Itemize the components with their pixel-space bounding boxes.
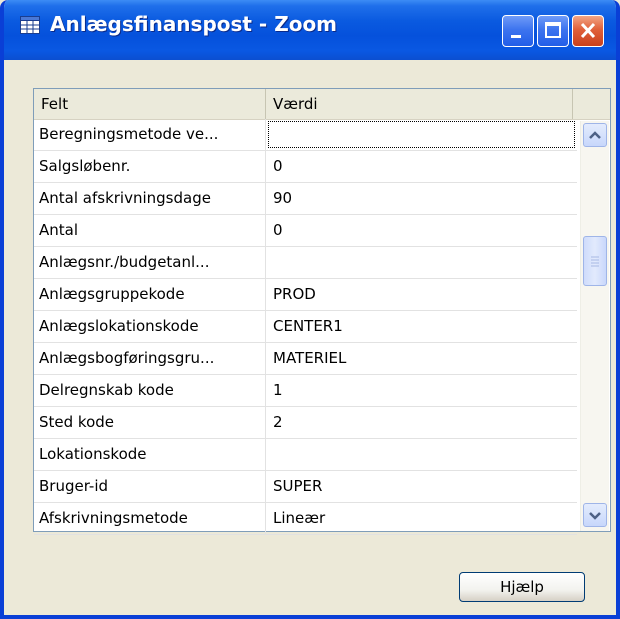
field-name: Antal afskrivningsdage <box>34 183 266 214</box>
table-row[interactable]: Salgsløbenr. 0 <box>34 151 577 183</box>
field-name: Anlægsbogføringsgru... <box>34 343 266 374</box>
minimize-button[interactable] <box>502 15 534 47</box>
field-value[interactable]: 1 <box>266 375 577 406</box>
table-row[interactable]: Sted kode 2 <box>34 407 577 439</box>
table-row[interactable]: Antal 0 <box>34 215 577 247</box>
field-value[interactable]: 2 <box>266 407 577 438</box>
title-bar[interactable]: Anlægsfinanspost - Zoom <box>4 0 616 60</box>
table-row[interactable]: Anlægslokationskode CENTER1 <box>34 311 577 343</box>
field-value[interactable]: 0 <box>266 215 577 246</box>
field-value[interactable]: SUPER <box>266 471 577 502</box>
field-name: Delregnskab kode <box>34 375 266 406</box>
table-row[interactable]: Delregnskab kode 1 <box>34 375 577 407</box>
field-value[interactable]: Lineær <box>266 503 577 534</box>
scroll-thumb[interactable] <box>583 236 607 286</box>
chevron-up-icon <box>589 131 601 139</box>
chevron-down-icon <box>589 512 601 520</box>
field-name: Sted kode <box>34 407 266 438</box>
maximize-icon <box>545 22 561 38</box>
field-name: Antal <box>34 215 266 246</box>
field-name: Anlægsnr./budgetanl... <box>34 247 266 278</box>
close-icon <box>580 22 596 39</box>
field-value[interactable] <box>266 439 577 470</box>
table-row[interactable]: Beregningsmetode ve... <box>34 119 577 151</box>
window-title: Anlægsfinanspost - Zoom <box>50 12 338 36</box>
field-name: Bruger-id <box>34 471 266 502</box>
table-row[interactable]: Antal afskrivningsdage 90 <box>34 183 577 215</box>
field-value[interactable] <box>266 119 577 150</box>
zoom-window: Anlægsfinanspost - Zoom Felt Værdi Bereg… <box>0 0 620 619</box>
close-button[interactable] <box>572 15 604 47</box>
field-name: Afskrivningsmetode <box>34 503 266 534</box>
table-row[interactable]: Anlægsgruppekode PROD <box>34 279 577 311</box>
field-name: Salgsløbenr. <box>34 151 266 182</box>
grid-rows: Beregningsmetode ve... Salgsløbenr. 0 An… <box>34 119 577 535</box>
help-button[interactable]: Hjælp <box>459 572 585 602</box>
scroll-up-button[interactable] <box>583 123 607 147</box>
field-value[interactable]: MATERIEL <box>266 343 577 374</box>
field-name: Anlægsgruppekode <box>34 279 266 310</box>
table-row[interactable]: Bruger-id SUPER <box>34 471 577 503</box>
table-row[interactable]: Anlægsnr./budgetanl... <box>34 247 577 279</box>
field-name: Anlægslokationskode <box>34 311 266 342</box>
table-row[interactable]: Lokationskode <box>34 439 577 471</box>
vertical-scrollbar[interactable] <box>580 121 609 531</box>
field-name: Beregningsmetode ve... <box>34 119 266 150</box>
grid-header: Felt Værdi <box>34 89 610 120</box>
field-value[interactable]: 0 <box>266 151 577 182</box>
field-value-grid[interactable]: Felt Værdi Beregningsmetode ve... Salgsl… <box>33 88 611 535</box>
table-row[interactable]: Afskrivningsmetode Lineær <box>34 503 577 535</box>
field-name: Lokationskode <box>34 439 266 470</box>
table-icon <box>20 16 40 34</box>
column-header-spacer <box>573 89 610 119</box>
field-value[interactable]: 90 <box>266 183 577 214</box>
table-row[interactable]: Anlægsbogføringsgru... MATERIEL <box>34 343 577 375</box>
field-value[interactable]: PROD <box>266 279 577 310</box>
field-value[interactable]: CENTER1 <box>266 311 577 342</box>
minimize-icon <box>511 35 521 38</box>
scroll-down-button[interactable] <box>583 503 607 527</box>
field-value[interactable] <box>266 247 577 278</box>
grip-icon <box>591 256 599 267</box>
column-header-vaerdi[interactable]: Værdi <box>266 89 573 119</box>
maximize-button[interactable] <box>537 15 569 47</box>
column-header-felt[interactable]: Felt <box>34 89 266 119</box>
